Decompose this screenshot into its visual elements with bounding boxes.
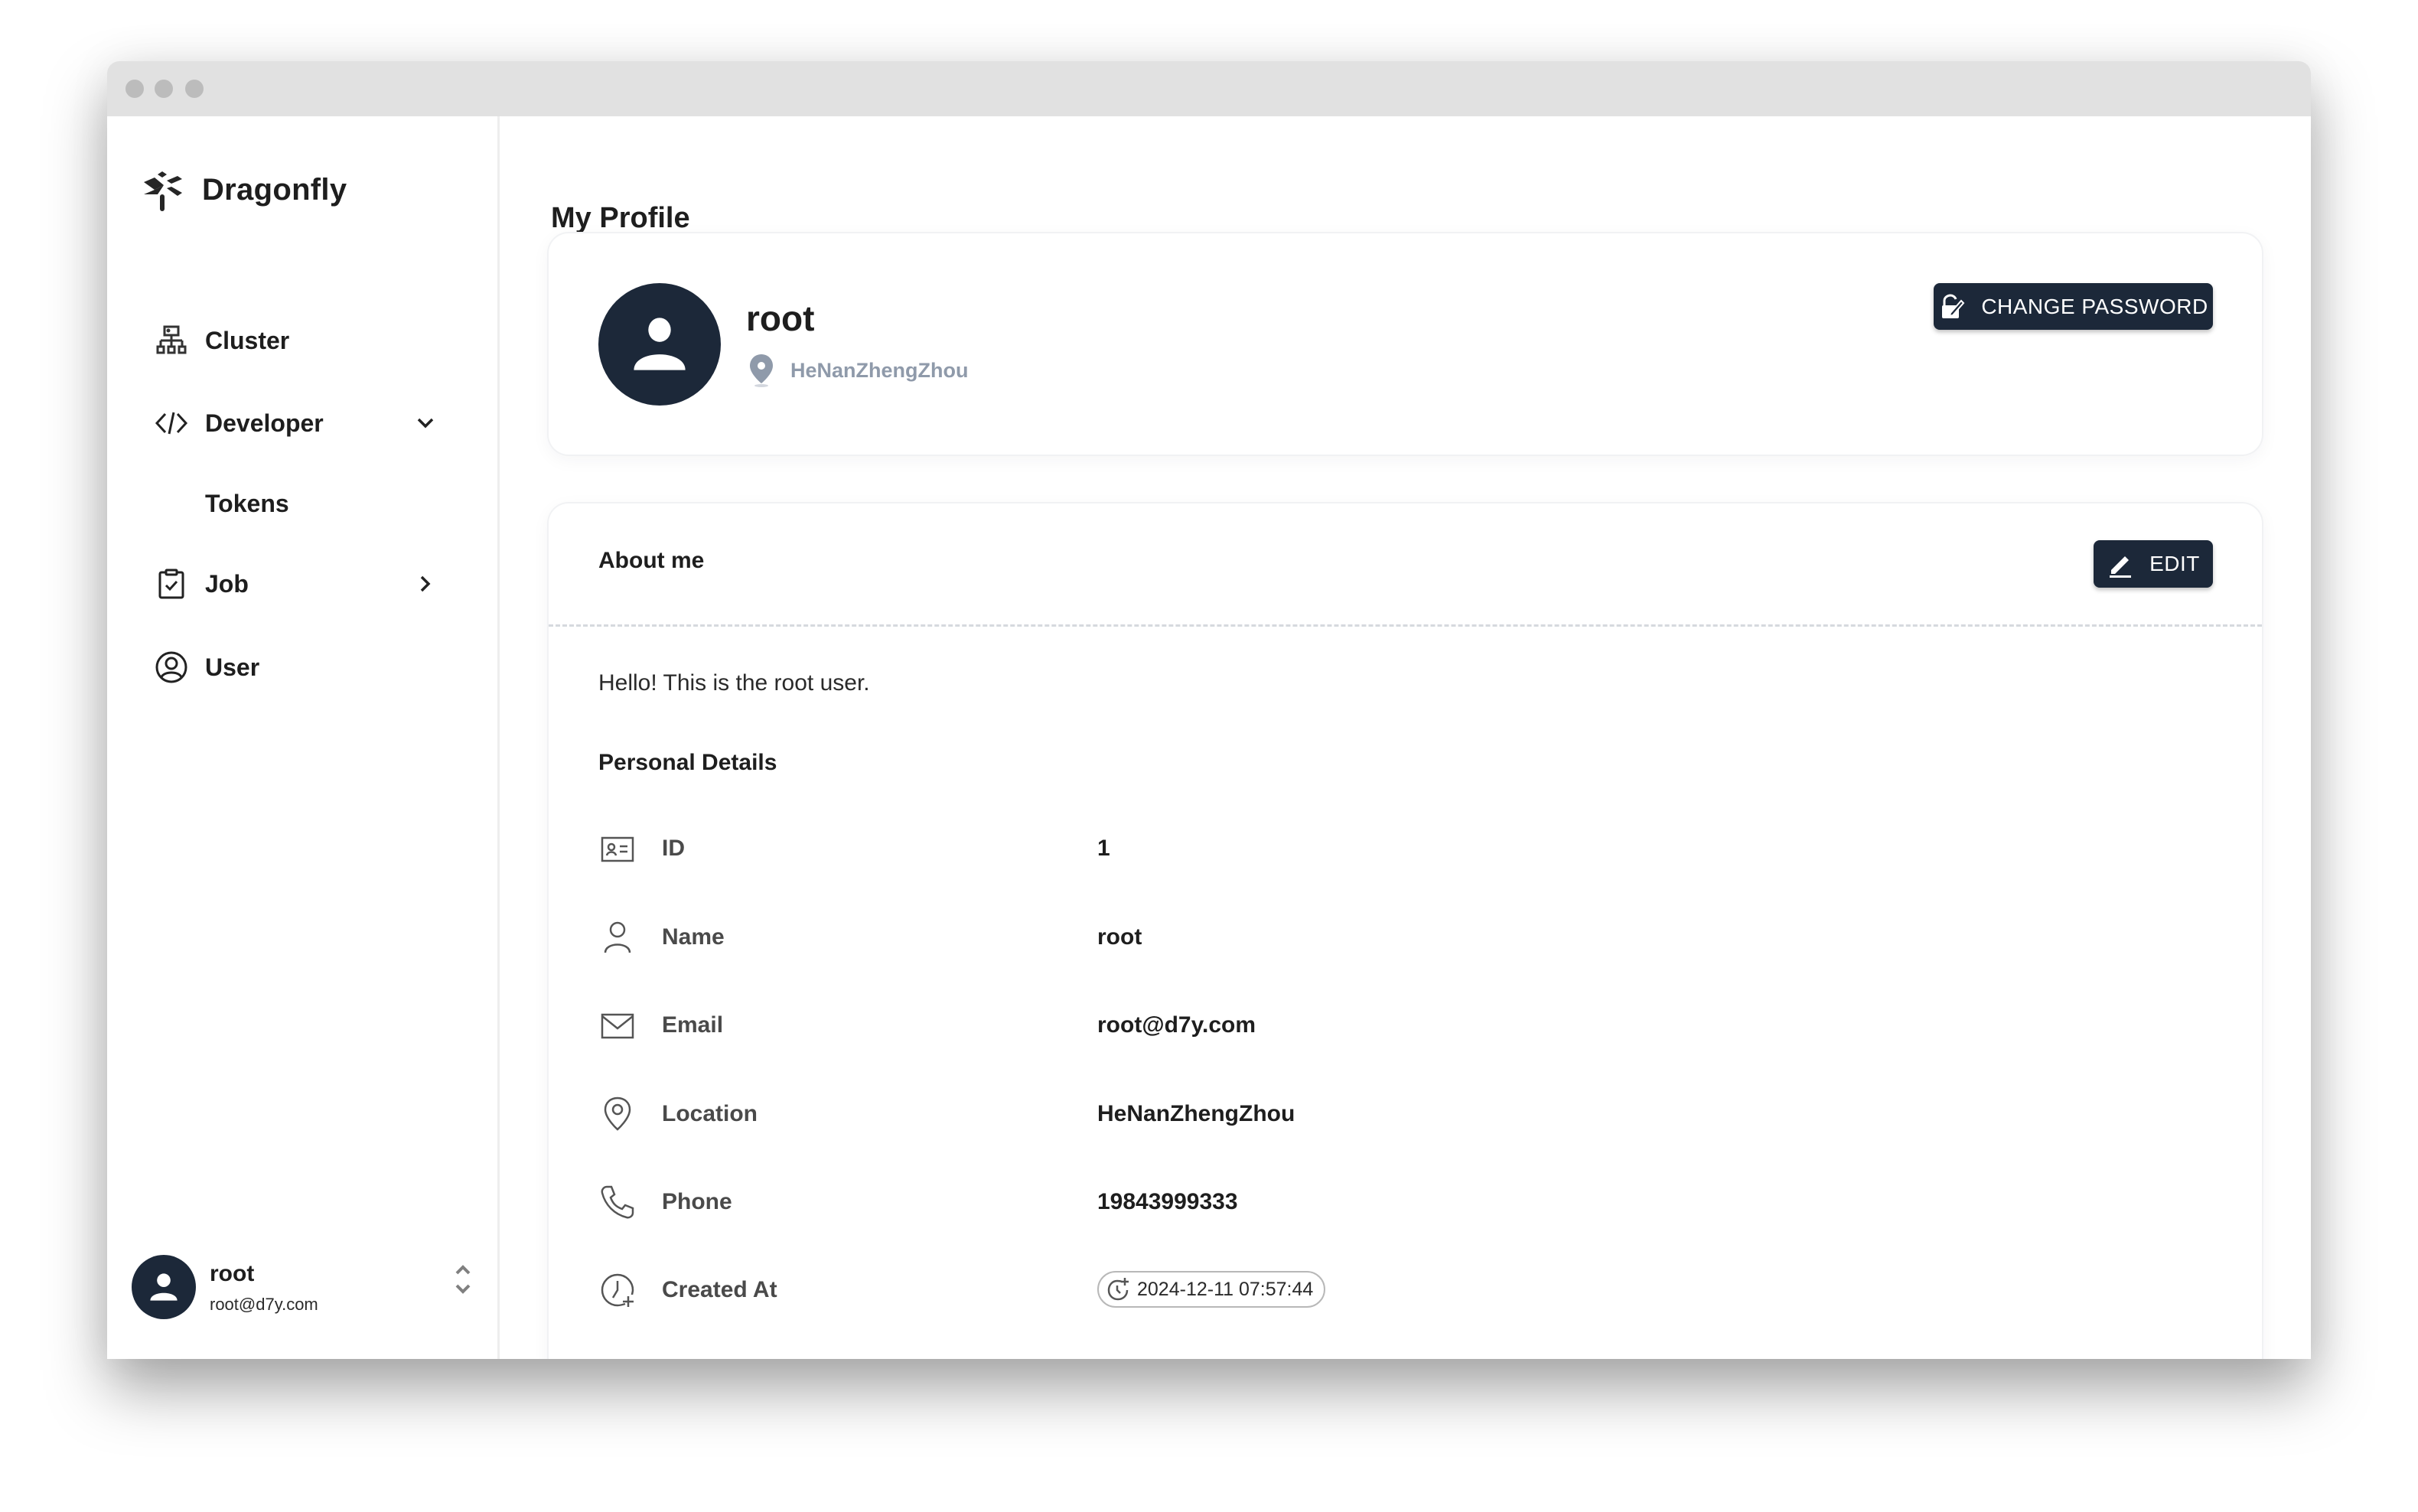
clock-plus-icon — [598, 1271, 637, 1309]
sidebar-item-user[interactable]: User — [153, 644, 459, 690]
detail-label: Created At — [662, 1277, 777, 1302]
mail-icon — [598, 1006, 637, 1044]
detail-label: Email — [662, 1012, 724, 1038]
dragonfly-logo-icon — [144, 171, 182, 211]
sidebar-item-job[interactable]: Job — [153, 561, 459, 607]
profile-location-text: HeNanZhengZhou — [790, 358, 969, 382]
detail-value: 19843999333 — [1097, 1189, 1238, 1214]
current-user-email: root@d7y.com — [210, 1295, 318, 1314]
window-close-button[interactable] — [125, 80, 144, 98]
sidebar: Dragonfly Cluster Developer Tokens Job U… — [107, 116, 500, 1359]
sidebar-item-label: Developer — [205, 409, 324, 437]
location-pin-icon — [750, 354, 773, 387]
sidebar-item-label: User — [205, 653, 260, 681]
change-password-label: CHANGE PASSWORD — [1981, 294, 2208, 318]
detail-label: Name — [662, 924, 725, 950]
chevron-right-icon[interactable] — [413, 572, 438, 596]
detail-row-created-at: Created At 2024-12-11 07:57:44 — [598, 1267, 2129, 1313]
profile-name: root — [746, 298, 815, 338]
person-icon — [598, 918, 637, 956]
id-card-icon — [598, 829, 637, 868]
about-title: About me — [598, 548, 705, 573]
sidebar-item-cluster[interactable]: Cluster — [153, 318, 459, 363]
detail-row-phone: Phone 19843999333 — [598, 1179, 2129, 1225]
section-divider — [549, 624, 2262, 627]
personal-details-title: Personal Details — [598, 750, 777, 775]
sidebar-item-label: Tokens — [205, 489, 289, 517]
detail-row-id: ID 1 — [598, 826, 2129, 872]
detail-label: Phone — [662, 1189, 732, 1214]
avatar — [132, 1255, 196, 1319]
lock-edit-icon — [1942, 293, 1965, 318]
profile-card: root HeNanZhengZhou CHANGE PASSWORD — [549, 233, 2262, 455]
clipboard-check-icon — [153, 565, 190, 602]
detail-label: ID — [662, 836, 685, 861]
person-icon — [150, 1273, 178, 1301]
sidebar-item-label: Cluster — [205, 326, 290, 354]
detail-row-name: Name root — [598, 914, 2129, 960]
sidebar-item-label: Job — [205, 569, 249, 598]
app-window: Dragonfly Cluster Developer Tokens Job U… — [107, 61, 2311, 1359]
detail-value: root@d7y.com — [1097, 1012, 1256, 1038]
profile-location: HeNanZhengZhou — [746, 353, 968, 388]
window-titlebar — [107, 61, 2311, 116]
cluster-icon — [153, 322, 190, 359]
sidebar-item-developer[interactable]: Developer — [153, 400, 459, 446]
profile-avatar — [598, 283, 721, 406]
detail-value: HeNanZhengZhou — [1097, 1101, 1295, 1126]
change-password-button[interactable]: CHANGE PASSWORD — [1934, 283, 2213, 330]
edit-label: EDIT — [2149, 552, 2200, 575]
brand-name: Dragonfly — [202, 172, 347, 207]
detail-value: 2024-12-11 07:57:44 — [1137, 1278, 1314, 1300]
about-card: About me EDIT Hello! This is the root us… — [549, 503, 2262, 1359]
window-minimize-button[interactable] — [155, 80, 173, 98]
edit-button[interactable]: EDIT — [2094, 540, 2213, 588]
main-content: My Profile root HeNanZhengZhou CHANGE PA… — [500, 116, 2311, 1359]
page-title: My Profile — [551, 202, 690, 234]
code-icon — [153, 405, 190, 442]
clock-plus-icon — [1107, 1278, 1129, 1301]
phone-icon — [598, 1183, 637, 1221]
pencil-icon — [2110, 556, 2132, 578]
detail-row-location: Location HeNanZhengZhou — [598, 1091, 2129, 1137]
brand[interactable]: Dragonfly — [141, 167, 347, 213]
detail-value: root — [1097, 924, 1142, 950]
current-user-name: root — [210, 1261, 255, 1286]
about-text: Hello! This is the root user. — [598, 670, 870, 696]
chevron-up-down-icon[interactable] — [451, 1261, 474, 1298]
detail-label: Location — [662, 1101, 758, 1126]
detail-value: 1 — [1097, 836, 1110, 861]
chevron-down-icon[interactable] — [413, 411, 438, 435]
sidebar-item-tokens[interactable]: Tokens — [153, 481, 459, 526]
location-icon — [598, 1095, 637, 1133]
user-circle-icon — [153, 649, 190, 686]
person-icon — [634, 318, 686, 370]
detail-row-email: Email root@d7y.com — [598, 1002, 2129, 1048]
created-at-chip: 2024-12-11 07:57:44 — [1097, 1271, 1326, 1308]
window-maximize-button[interactable] — [185, 80, 204, 98]
current-user-menu[interactable]: root root@d7y.com — [132, 1255, 484, 1324]
